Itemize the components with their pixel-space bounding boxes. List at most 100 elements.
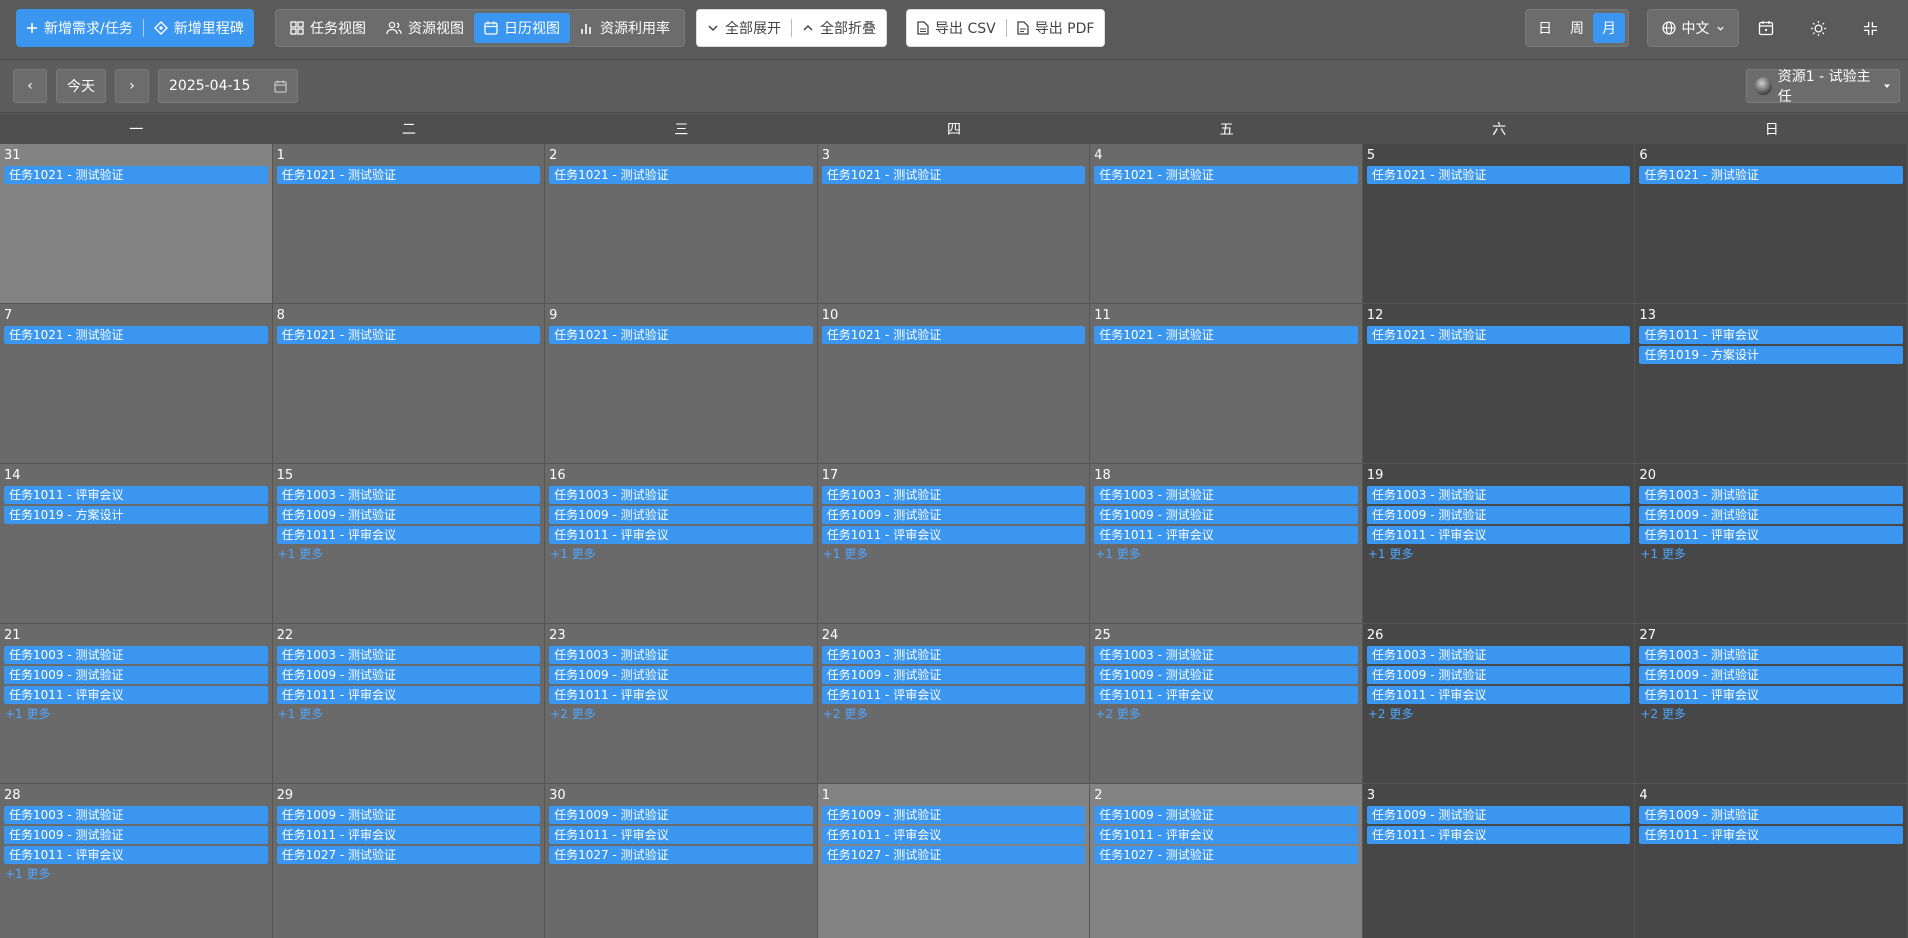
calendar-event[interactable]: 任务1003 - 测试验证 xyxy=(276,646,541,664)
day-cell[interactable]: 4 任务1009 - 测试验证 任务1011 - 评审会议 xyxy=(1635,784,1908,938)
add-task-button[interactable]: 新增需求/任务 xyxy=(16,13,143,43)
calendar-event[interactable]: 任务1009 - 测试验证 xyxy=(821,806,1086,824)
day-cell[interactable]: 13 任务1011 - 评审会议 任务1019 - 方案设计 xyxy=(1635,304,1908,464)
more-events-link[interactable]: +2 更多 xyxy=(1094,706,1360,722)
more-events-link[interactable]: +1 更多 xyxy=(1094,546,1360,562)
day-cell[interactable]: 3 任务1021 - 测试验证 xyxy=(817,144,1091,304)
calendar-event[interactable]: 任务1011 - 评审会议 xyxy=(821,526,1086,544)
calendar-event[interactable]: 任务1011 - 评审会议 xyxy=(4,686,268,704)
more-events-link[interactable]: +2 更多 xyxy=(822,706,1088,722)
export-csv-button[interactable]: 导出 CSV xyxy=(907,13,1006,43)
day-cell[interactable]: 30 任务1009 - 测试验证 任务1011 - 评审会议 任务1027 - 测试验… xyxy=(545,784,818,938)
next-button[interactable]: › xyxy=(115,69,149,103)
calendar-event[interactable]: 任务1009 - 测试验证 xyxy=(821,506,1086,524)
calendar-event[interactable]: 任务1021 - 测试验证 xyxy=(1639,166,1903,184)
day-cell[interactable]: 22 任务1003 - 测试验证 任务1009 - 测试验证 任务1011 - 评审会… xyxy=(272,624,546,784)
date-picker-button[interactable] xyxy=(1746,9,1786,47)
resource-select[interactable]: 资源1 - 试验主任 xyxy=(1746,69,1900,105)
calendar-event[interactable]: 任务1003 - 测试验证 xyxy=(1094,486,1358,504)
collapse-all-button[interactable]: 全部折叠 xyxy=(792,13,886,43)
calendar-event[interactable]: 任务1021 - 测试验证 xyxy=(1366,166,1631,184)
more-events-link[interactable]: +1 更多 xyxy=(4,866,270,882)
more-events-link[interactable]: +1 更多 xyxy=(4,706,270,722)
calendar-event[interactable]: 任务1003 - 测试验证 xyxy=(4,806,268,824)
calendar-event[interactable]: 任务1027 - 测试验证 xyxy=(276,846,541,864)
calendar-event[interactable]: 任务1009 - 测试验证 xyxy=(1366,506,1631,524)
more-events-link[interactable]: +1 更多 xyxy=(822,546,1088,562)
calendar-event[interactable]: 任务1011 - 评审会议 xyxy=(276,826,541,844)
calendar-event[interactable]: 任务1009 - 测试验证 xyxy=(1094,506,1358,524)
export-pdf-button[interactable]: 导出 PDF xyxy=(1007,13,1105,43)
calendar-event[interactable]: 任务1009 - 测试验证 xyxy=(276,506,541,524)
calendar-event[interactable]: 任务1003 - 测试验证 xyxy=(1639,486,1903,504)
day-cell[interactable]: 29 任务1009 - 测试验证 任务1011 - 评审会议 任务1027 - 测试验… xyxy=(272,784,546,938)
day-cell[interactable]: 26 任务1003 - 测试验证 任务1009 - 测试验证 任务1011 - 评审会… xyxy=(1362,624,1636,784)
day-cell[interactable]: 20 任务1003 - 测试验证 任务1009 - 测试验证 任务1011 - 评审会… xyxy=(1635,464,1908,624)
calendar-event[interactable]: 任务1021 - 测试验证 xyxy=(549,166,813,184)
calendar-event[interactable]: 任务1011 - 评审会议 xyxy=(549,686,813,704)
calendar-event[interactable]: 任务1003 - 测试验证 xyxy=(549,646,813,664)
day-cell[interactable]: 19 任务1003 - 测试验证 任务1009 - 测试验证 任务1011 - 评审会… xyxy=(1362,464,1636,624)
calendar-event[interactable]: 任务1009 - 测试验证 xyxy=(1094,666,1358,684)
calendar-event[interactable]: 任务1009 - 测试验证 xyxy=(1639,506,1903,524)
calendar-event[interactable]: 任务1011 - 评审会议 xyxy=(1639,326,1903,344)
calendar-event[interactable]: 任务1021 - 测试验证 xyxy=(276,166,541,184)
more-events-link[interactable]: +2 更多 xyxy=(549,706,815,722)
calendar-event[interactable]: 任务1003 - 测试验证 xyxy=(1639,646,1903,664)
period-month-button[interactable]: 月 xyxy=(1593,13,1625,43)
day-cell[interactable]: 16 任务1003 - 测试验证 任务1009 - 测试验证 任务1011 - 评审会… xyxy=(545,464,818,624)
day-cell[interactable]: 1 任务1009 - 测试验证 任务1011 - 评审会议 任务1027 - 测试验证 xyxy=(817,784,1091,938)
day-cell[interactable]: 14 任务1011 - 评审会议 任务1019 - 方案设计 xyxy=(0,464,273,624)
day-cell[interactable]: 2 任务1009 - 测试验证 任务1011 - 评审会议 任务1027 - 测试验证 xyxy=(1090,784,1363,938)
calendar-event[interactable]: 任务1011 - 评审会议 xyxy=(276,686,541,704)
calendar-event[interactable]: 任务1009 - 测试验证 xyxy=(821,666,1086,684)
more-events-link[interactable]: +2 更多 xyxy=(1367,706,1633,722)
calendar-event[interactable]: 任务1009 - 测试验证 xyxy=(549,506,813,524)
day-cell[interactable]: 3 任务1009 - 测试验证 任务1011 - 评审会议 xyxy=(1362,784,1636,938)
calendar-event[interactable]: 任务1011 - 评审会议 xyxy=(1639,826,1903,844)
calendar-event[interactable]: 任务1021 - 测试验证 xyxy=(1366,326,1631,344)
more-events-link[interactable]: +1 更多 xyxy=(549,546,815,562)
calendar-event[interactable]: 任务1011 - 评审会议 xyxy=(1094,526,1358,544)
calendar-event[interactable]: 任务1011 - 评审会议 xyxy=(1639,526,1903,544)
calendar-event[interactable]: 任务1009 - 测试验证 xyxy=(4,826,268,844)
day-cell[interactable]: 18 任务1003 - 测试验证 任务1009 - 测试验证 任务1011 - 评审会… xyxy=(1090,464,1363,624)
expand-all-button[interactable]: 全部展开 xyxy=(697,13,791,43)
more-events-link[interactable]: +1 更多 xyxy=(277,546,543,562)
calendar-event[interactable]: 任务1011 - 评审会议 xyxy=(1366,686,1631,704)
day-cell[interactable]: 21 任务1003 - 测试验证 任务1009 - 测试验证 任务1011 - 评审会… xyxy=(0,624,273,784)
calendar-event[interactable]: 任务1021 - 测试验证 xyxy=(1094,326,1358,344)
today-button[interactable]: 今天 xyxy=(56,69,106,103)
day-cell[interactable]: 4 任务1021 - 测试验证 xyxy=(1090,144,1363,304)
calendar-event[interactable]: 任务1009 - 测试验证 xyxy=(4,666,268,684)
tab-utilization-view[interactable]: 资源利用率 xyxy=(570,13,680,43)
calendar-event[interactable]: 任务1003 - 测试验证 xyxy=(1366,646,1631,664)
date-input[interactable]: 2025-04-15 xyxy=(158,69,298,103)
day-cell[interactable]: 25 任务1003 - 测试验证 任务1009 - 测试验证 任务1011 - 评审会… xyxy=(1090,624,1363,784)
day-cell[interactable]: 31 任务1021 - 测试验证 xyxy=(0,144,273,304)
calendar-event[interactable]: 任务1003 - 测试验证 xyxy=(1366,486,1631,504)
calendar-event[interactable]: 任务1003 - 测试验证 xyxy=(4,646,268,664)
calendar-event[interactable]: 任务1009 - 测试验证 xyxy=(1366,666,1631,684)
day-cell[interactable]: 24 任务1003 - 测试验证 任务1009 - 测试验证 任务1011 - 评审会… xyxy=(817,624,1091,784)
day-cell[interactable]: 23 任务1003 - 测试验证 任务1009 - 测试验证 任务1011 - 评审会… xyxy=(545,624,818,784)
calendar-event[interactable]: 任务1021 - 测试验证 xyxy=(1094,166,1358,184)
theme-toggle-button[interactable] xyxy=(1798,9,1838,47)
day-cell[interactable]: 12 任务1021 - 测试验证 xyxy=(1362,304,1636,464)
calendar-event[interactable]: 任务1019 - 方案设计 xyxy=(4,506,268,524)
calendar-event[interactable]: 任务1019 - 方案设计 xyxy=(1639,346,1903,364)
day-cell[interactable]: 5 任务1021 - 测试验证 xyxy=(1362,144,1636,304)
calendar-event[interactable]: 任务1011 - 评审会议 xyxy=(1639,686,1903,704)
day-cell[interactable]: 8 任务1021 - 测试验证 xyxy=(272,304,546,464)
calendar-event[interactable]: 任务1003 - 测试验证 xyxy=(821,486,1086,504)
calendar-event[interactable]: 任务1011 - 评审会议 xyxy=(1366,826,1631,844)
calendar-event[interactable]: 任务1011 - 评审会议 xyxy=(1366,526,1631,544)
day-cell[interactable]: 1 任务1021 - 测试验证 xyxy=(272,144,546,304)
add-milestone-button[interactable]: 新增里程碑 xyxy=(144,13,254,43)
day-cell[interactable]: 2 任务1021 - 测试验证 xyxy=(545,144,818,304)
calendar-event[interactable]: 任务1021 - 测试验证 xyxy=(4,326,268,344)
calendar-event[interactable]: 任务1009 - 测试验证 xyxy=(549,666,813,684)
exit-fullscreen-button[interactable] xyxy=(1850,9,1890,47)
tab-calendar-view[interactable]: 日历视图 xyxy=(474,13,570,43)
more-events-link[interactable]: +2 更多 xyxy=(1639,706,1905,722)
